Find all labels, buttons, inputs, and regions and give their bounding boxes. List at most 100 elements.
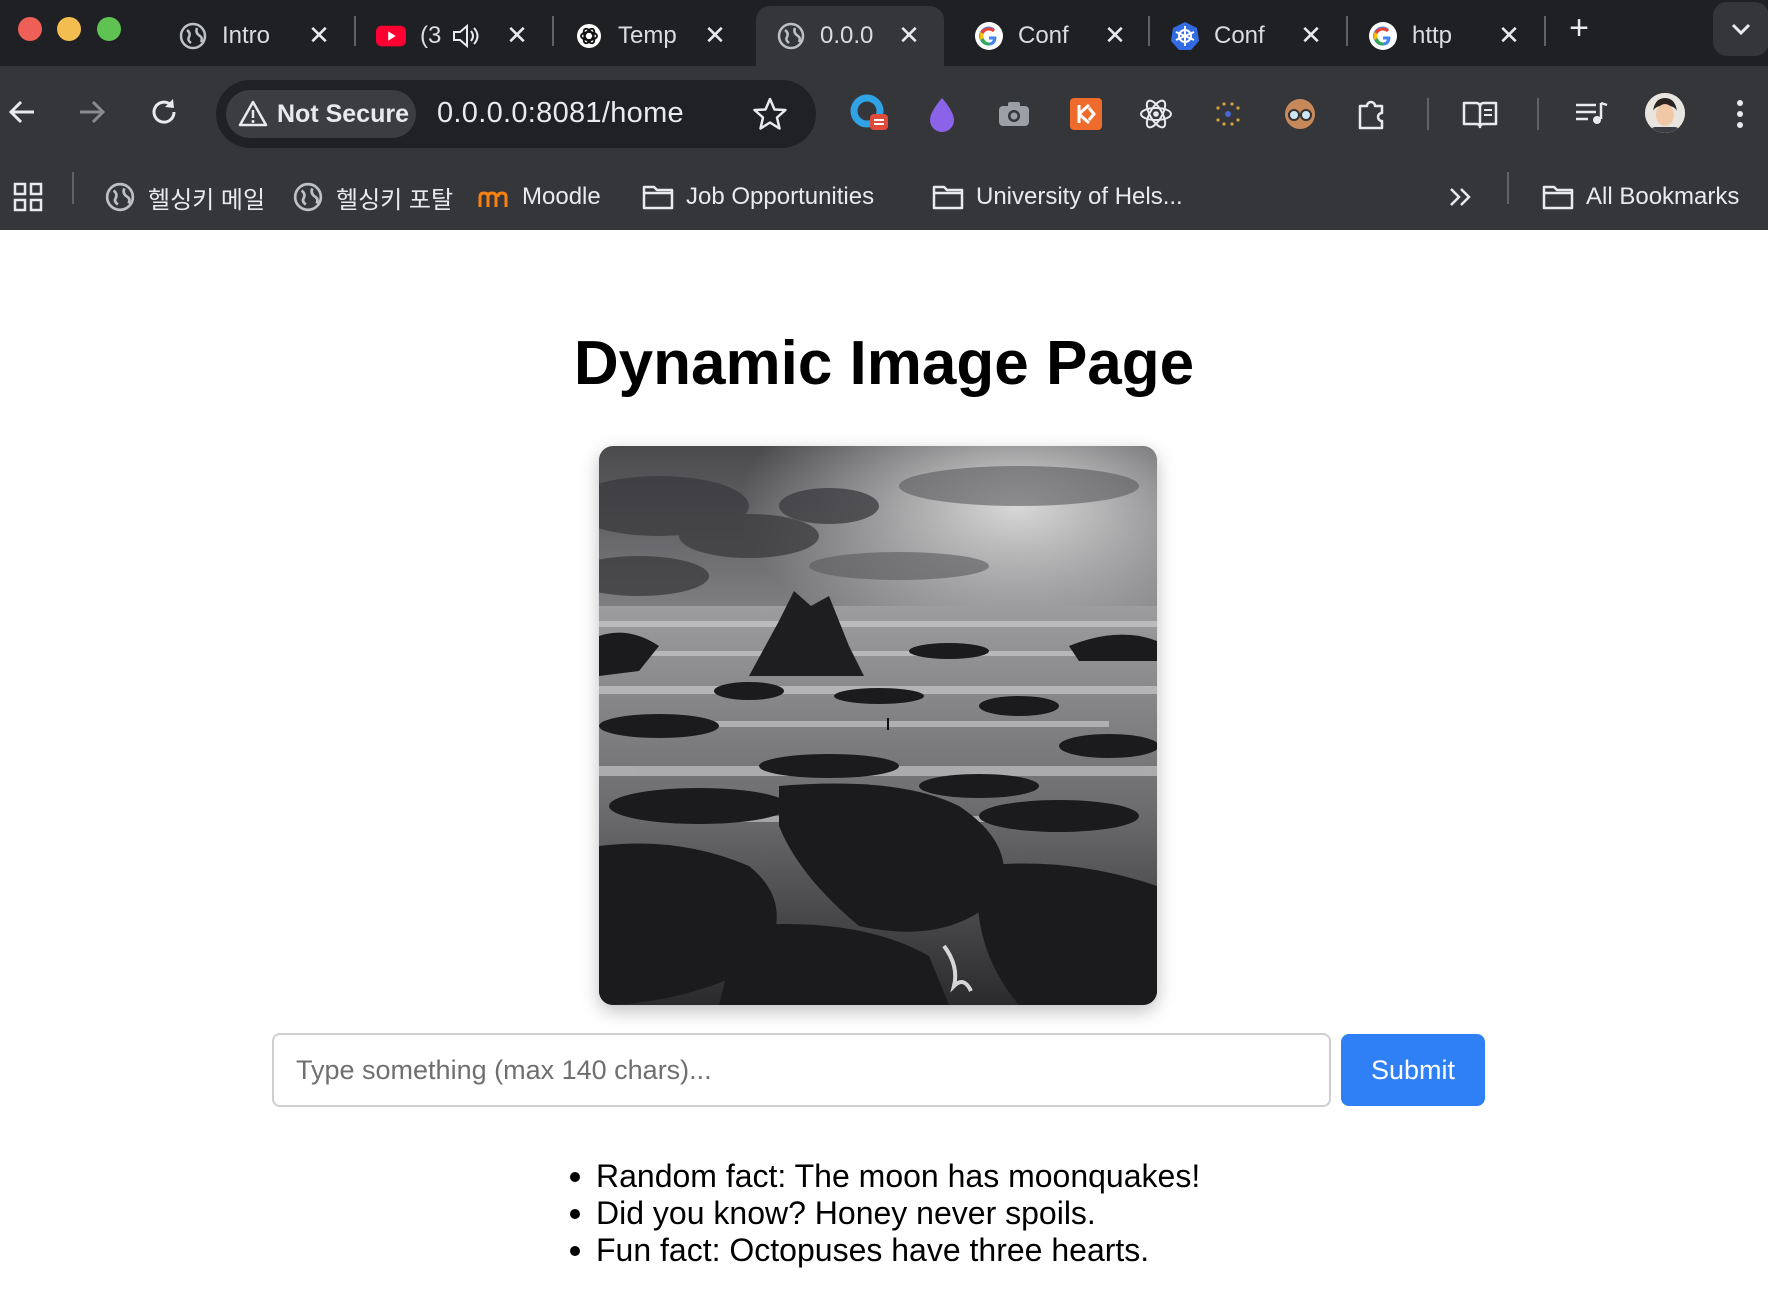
tab-close-icon[interactable]: ✕ (896, 20, 922, 50)
bookmark-label: Moodle (522, 183, 601, 210)
google-icon (974, 21, 1004, 51)
dynamic-image (599, 446, 1157, 1005)
globe-icon (292, 181, 324, 213)
tab-close-icon[interactable]: ✕ (702, 20, 728, 50)
extension-dots-icon[interactable] (1208, 94, 1248, 134)
page-content: Dynamic Image Page Type something (max 1… (0, 230, 1768, 1302)
tab-close-icon[interactable]: ✕ (1496, 20, 1522, 50)
globe-icon (776, 21, 806, 51)
bookmark-folder[interactable]: University of Hels... (932, 175, 1183, 219)
double-chevron-right-icon (1450, 188, 1471, 206)
globe-icon (178, 21, 208, 51)
speaker-icon[interactable] (452, 23, 480, 56)
tab-close-icon[interactable]: ✕ (306, 20, 332, 50)
bookmark-item[interactable]: 헬싱키 포탈 (292, 175, 453, 219)
tab-title: Conf (1214, 22, 1265, 49)
tab-title: Conf (1018, 22, 1069, 49)
message-input[interactable] (272, 1033, 1331, 1107)
address-bar[interactable]: Not Secure 0.0.0.0:8081/home (216, 80, 816, 148)
arrow-left-icon (8, 100, 34, 124)
bookmark-star-icon[interactable] (751, 95, 789, 133)
moodle-icon (478, 181, 510, 213)
folder-icon (642, 181, 674, 213)
forward-button[interactable] (72, 92, 112, 132)
tab-title: http (1412, 22, 1453, 49)
globe-icon (104, 181, 136, 213)
puzzle-icon[interactable] (1352, 94, 1392, 134)
window-close-button[interactable] (18, 17, 42, 41)
browser-chrome: Intro ✕ (3 ✕ Temp ✕ 0.0.0 ✕ Conf ✕ Conf … (0, 0, 1768, 230)
toolbar-divider (1537, 98, 1539, 130)
tab-close-icon[interactable]: ✕ (504, 20, 530, 50)
list-item: Random fact: The moon has moonquakes! (570, 1158, 1201, 1195)
all-bookmarks-button[interactable]: All Bookmarks (1542, 175, 1739, 219)
tab-chatgpt[interactable]: Temp ✕ (554, 6, 750, 66)
new-tab-button[interactable]: + (1561, 10, 1597, 46)
tab-intro[interactable]: Intro ✕ (158, 6, 354, 66)
media-control-icon[interactable] (1572, 94, 1612, 134)
list-item: Did you know? Honey never spoils. (570, 1195, 1200, 1232)
tab-google-http[interactable]: http ✕ (1348, 6, 1544, 66)
bookmark-label: University of Hels... (976, 183, 1183, 210)
chevron-down-icon (1731, 23, 1751, 36)
bookmarks-bar: 헬싱키 메일 헬싱키 포탈 Moodle Job Opportunities U… (0, 164, 1768, 230)
tab-strip: Intro ✕ (3 ✕ Temp ✕ 0.0.0 ✕ Conf ✕ Conf … (0, 0, 1768, 66)
bookmark-label: 헬싱키 포탈 (336, 186, 454, 214)
tab-title: 0.0.0 (820, 22, 874, 49)
extension-c-icon[interactable] (850, 94, 890, 134)
tab-close-icon[interactable]: ✕ (1298, 20, 1324, 50)
window-zoom-button[interactable] (97, 17, 121, 41)
tab-title: (3 (420, 22, 442, 49)
openai-icon (574, 21, 604, 51)
bullet-icon (570, 1172, 580, 1182)
bullet-icon (570, 1209, 580, 1219)
bookmark-item[interactable]: 헬싱키 메일 (104, 175, 265, 219)
fact-text: Did you know? Honey never spoils. (596, 1195, 1096, 1231)
extension-camera-icon[interactable] (994, 94, 1034, 134)
fact-text: Random fact: The moon has moonquakes! (596, 1158, 1201, 1194)
security-indicator[interactable]: Not Secure (226, 90, 416, 138)
tab-localhost-active[interactable]: 0.0.0 ✕ (756, 6, 944, 66)
tab-title: Temp (618, 22, 677, 49)
bookmark-folder[interactable]: Job Opportunities (642, 175, 874, 219)
kubernetes-icon (1170, 21, 1200, 51)
fact-text: Fun fact: Octopuses have three hearts. (596, 1232, 1150, 1268)
tab-divider (1544, 16, 1546, 46)
bookmarks-overflow-button[interactable] (1448, 175, 1474, 219)
tab-google-conf[interactable]: Conf ✕ (954, 6, 1150, 66)
bullet-icon (570, 1246, 580, 1256)
bookmark-label: Job Opportunities (686, 183, 875, 210)
url-text[interactable]: 0.0.0.0:8081/home (437, 97, 684, 130)
profile-avatar[interactable] (1645, 93, 1685, 133)
bookmarks-divider (1507, 172, 1509, 204)
reload-button[interactable] (144, 92, 184, 132)
warning-icon (238, 100, 268, 127)
reading-list-icon[interactable] (1460, 94, 1500, 134)
facts-list: Random fact: The moon has moonquakes! Di… (570, 1158, 1201, 1269)
reload-icon (152, 99, 176, 124)
window-minimize-button[interactable] (57, 17, 81, 41)
folder-icon (932, 181, 964, 213)
bookmark-item[interactable]: Moodle (478, 175, 601, 219)
page-title: Dynamic Image Page (573, 329, 1195, 398)
tab-youtube[interactable]: (3 ✕ (356, 6, 552, 66)
bookmarks-divider (72, 172, 74, 204)
tab-close-icon[interactable]: ✕ (1102, 20, 1128, 50)
arrow-right-icon (80, 100, 106, 124)
back-button[interactable] (2, 92, 42, 132)
react-icon[interactable] (1136, 94, 1176, 134)
all-bookmarks-label: All Bookmarks (1586, 183, 1740, 210)
bookmark-label: 헬싱키 메일 (148, 186, 266, 214)
folder-icon (1542, 181, 1574, 213)
tab-kubernetes-conf[interactable]: Conf ✕ (1150, 6, 1346, 66)
apps-button[interactable] (12, 175, 44, 219)
extension-orange-icon[interactable] (1066, 94, 1106, 134)
security-label: Not Secure (277, 99, 409, 128)
extension-glasses-icon[interactable] (1280, 94, 1320, 134)
submit-button[interactable]: Submit (1341, 1034, 1485, 1106)
youtube-icon (376, 21, 406, 51)
extension-drop-icon[interactable] (922, 94, 962, 134)
tab-search-button[interactable] (1713, 2, 1768, 56)
apps-grid-icon (13, 182, 43, 212)
more-menu-icon[interactable] (1720, 94, 1760, 134)
